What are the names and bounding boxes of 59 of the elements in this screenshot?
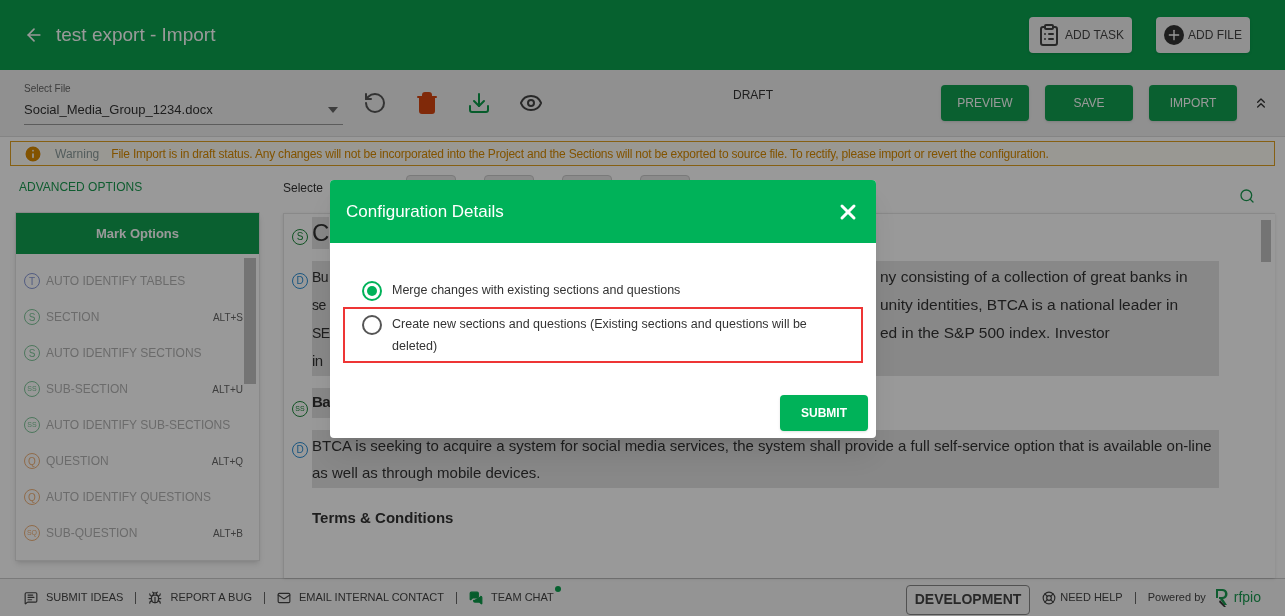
paragraph-text: in bbox=[312, 352, 323, 369]
scrollbar bbox=[1261, 220, 1271, 262]
footer-link[interactable]: TEAM CHAT bbox=[469, 589, 554, 606]
shortcut-label: ALT+Q bbox=[211, 454, 243, 469]
paragraph-text: se bbox=[312, 297, 326, 313]
comment-icon bbox=[24, 590, 38, 605]
footer-link[interactable]: EMAIL INTERNAL CONTACT bbox=[276, 589, 444, 606]
shortcut-label: ALT+S bbox=[212, 310, 243, 325]
bug-icon bbox=[148, 590, 163, 605]
modal-title: Configuration Details bbox=[346, 200, 504, 223]
shortcut-label: ALT+U bbox=[212, 382, 243, 397]
chat-icon bbox=[469, 590, 483, 605]
paragraph-text: ny consisting of a collection of great banks in bbox=[880, 267, 1188, 287]
paragraph-text: SE bbox=[312, 325, 330, 341]
plus-icon bbox=[1164, 25, 1184, 45]
revert-icon[interactable] bbox=[363, 91, 387, 115]
option-label: Merge changes with existing sections and questions bbox=[392, 282, 681, 299]
section-title: Terms & Conditions bbox=[312, 509, 454, 526]
panel-header: Mark Options bbox=[16, 213, 259, 254]
radio-option[interactable]: Create new sections and questions (Existing sections and questions will be deleted) bbox=[343, 307, 863, 363]
radio-button[interactable] bbox=[362, 315, 382, 335]
field-label: Select File bbox=[24, 82, 72, 97]
logo-icon bbox=[1213, 587, 1230, 608]
paragraph-text: Bu bbox=[312, 269, 329, 285]
toolbar-button[interactable]: IMPORT bbox=[1149, 85, 1237, 121]
field-value: Social_Media_Group_1234.docx bbox=[24, 101, 213, 120]
search-icon[interactable] bbox=[1239, 188, 1255, 204]
advanced-options-link[interactable]: ADVANCED OPTIONS bbox=[19, 178, 260, 196]
environment-badge: DEVELOPMENT bbox=[905, 584, 1031, 615]
heading-text: C bbox=[312, 219, 330, 246]
caret-icon bbox=[327, 106, 339, 114]
paragraph-text: BTCA is seeking to acquire a system for social media services, the system shall provide a full self-service option that is available on-line as well as through mobile devices. bbox=[312, 437, 1212, 481]
paragraph-text: ed in the S&P 500 index. Investor bbox=[880, 323, 1110, 343]
shortcut-label: ALT+B bbox=[212, 526, 243, 541]
warning-message: File Import is in draft status. Any changes will not be incorporated into the Project and the Sections will not be exported to source file. To rectify, please import or revert the configuration. bbox=[111, 145, 1049, 163]
powered-by-label: Powered by bbox=[1147, 590, 1206, 606]
header-button[interactable]: ADD FILE bbox=[1156, 17, 1250, 53]
download-icon[interactable] bbox=[467, 91, 491, 115]
footer-link[interactable]: SUBMIT IDEAS bbox=[24, 589, 124, 606]
header-button[interactable]: ADD TASK bbox=[1029, 17, 1132, 53]
help-icon bbox=[1042, 590, 1057, 605]
radio-option[interactable]: Merge changes with existing sections and questions bbox=[343, 273, 863, 307]
radio-button[interactable] bbox=[362, 281, 382, 301]
submit-button[interactable]: SUBMIT bbox=[780, 395, 868, 431]
page-title: test export - Import bbox=[56, 22, 216, 47]
file-select[interactable]: Select File Social_Media_Group_1234.docx bbox=[24, 81, 343, 125]
selected-label: Selecte bbox=[283, 180, 325, 197]
footer-link[interactable]: REPORT A BUG bbox=[148, 589, 252, 606]
option-label: Create new sections and questions (Existing sections and questions will be deleted) bbox=[392, 316, 808, 355]
help-link[interactable]: NEED HELP bbox=[1042, 589, 1123, 606]
warning-label: Warning bbox=[55, 145, 100, 163]
delete-icon[interactable] bbox=[415, 91, 439, 115]
paragraph-text: Ba bbox=[312, 393, 331, 410]
toolbar-button[interactable]: PREVIEW bbox=[941, 85, 1029, 121]
paragraph-text: unity identities, BTCA is a national leader in bbox=[880, 295, 1179, 315]
logo-text: rfpio bbox=[1233, 588, 1261, 607]
mail-icon bbox=[276, 590, 291, 605]
status-label: DRAFT bbox=[733, 87, 773, 104]
toolbar-button[interactable]: SAVE bbox=[1045, 85, 1133, 121]
